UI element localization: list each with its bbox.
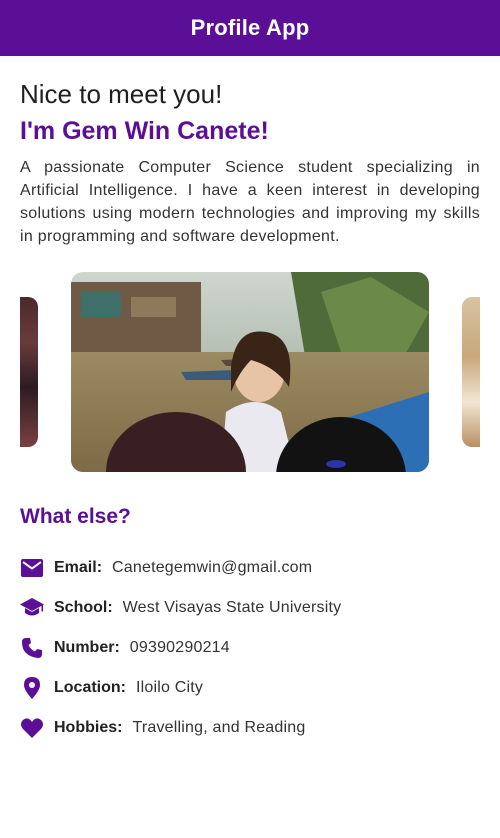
carousel-previous-photo[interactable]	[20, 297, 38, 447]
info-label: Number:	[54, 639, 120, 656]
info-row-email: Email: Canetegemwin@gmail.com	[20, 548, 480, 588]
info-value: Canetegemwin@gmail.com	[112, 559, 313, 576]
email-icon	[20, 556, 44, 580]
info-value: Travelling, and Reading	[132, 719, 306, 736]
bio-paragraph: A passionate Computer Science student sp…	[20, 159, 480, 245]
photo-carousel[interactable]	[0, 272, 500, 472]
profile-content: Nice to meet you! I'm Gem Win Canete! A …	[20, 56, 480, 248]
info-value: Iloilo City	[136, 679, 204, 696]
info-value: West Visayas State University	[122, 599, 342, 616]
app-bar: Profile App	[0, 0, 500, 56]
greeting-heading: Nice to meet you!	[20, 79, 223, 109]
info-row-hobbies: Hobbies: Travelling, and Reading	[20, 708, 480, 748]
app-title: Profile App	[190, 15, 310, 40]
carousel-current-photo[interactable]	[71, 272, 429, 472]
info-value: 09390290214	[129, 639, 230, 656]
info-row-location: Location: Iloilo City	[20, 668, 480, 708]
school-icon	[20, 596, 44, 620]
name-heading: I'm Gem Win Canete!	[20, 117, 269, 145]
heart-icon	[20, 716, 44, 740]
info-label: School:	[54, 599, 113, 616]
photo-image	[71, 272, 429, 472]
info-row-number: Number: 09390290214	[20, 628, 480, 668]
location-icon	[20, 676, 44, 700]
contact-info-list: Email: Canetegemwin@gmail.com School: We…	[20, 548, 480, 748]
carousel-next-photo[interactable]	[462, 297, 480, 447]
info-label: Location:	[54, 679, 126, 696]
phone-icon	[20, 636, 44, 660]
info-label: Hobbies:	[54, 719, 123, 736]
section-title: What else?	[20, 505, 131, 528]
info-label: Email:	[54, 559, 103, 576]
info-row-school: School: West Visayas State University	[20, 588, 480, 628]
